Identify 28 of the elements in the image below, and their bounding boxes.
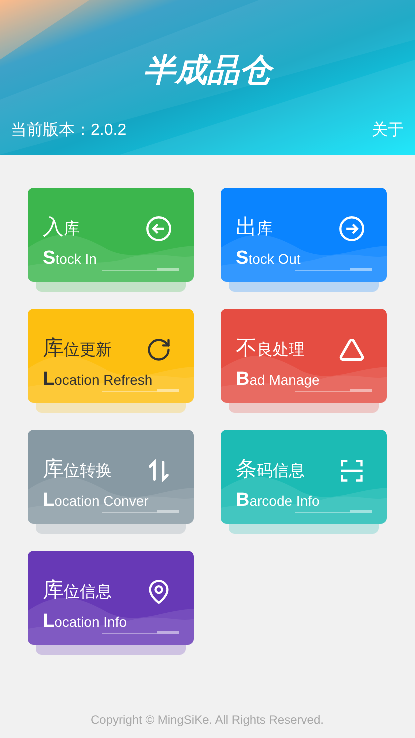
arrow-right-circle-icon bbox=[339, 216, 365, 242]
menu-card[interactable]: 不良处理 Bad Manage bbox=[221, 309, 387, 403]
menu-card[interactable]: 入库 Stock In bbox=[28, 188, 194, 282]
card-title: 条码信息 bbox=[236, 456, 305, 482]
card-title: 库位信息 bbox=[43, 578, 112, 604]
card-title: 不良处理 bbox=[236, 336, 305, 362]
menu-card[interactable]: 条码信息 Barcode Info bbox=[221, 430, 387, 524]
menu-card[interactable]: 库位转换 Location Conver bbox=[28, 430, 194, 524]
card-title: 库位更新 bbox=[43, 336, 112, 362]
scan-icon bbox=[339, 458, 365, 484]
card-subtitle: Stock Out bbox=[236, 250, 301, 268]
version-label: 当前版本：2.0.2 bbox=[11, 120, 127, 141]
menu-card[interactable]: 库位信息 Location Info bbox=[28, 551, 194, 645]
arrow-left-circle-icon bbox=[146, 216, 172, 242]
card-subtitle: Location Info bbox=[43, 612, 127, 630]
card-title: 库位转换 bbox=[43, 456, 112, 482]
copyright-text: Copyright © MingSiKe. All Rights Reserved. bbox=[91, 712, 324, 729]
menu-card[interactable]: 出库 Stock Out bbox=[221, 188, 387, 282]
refresh-icon bbox=[146, 336, 172, 362]
card-subtitle: Bad Manage bbox=[236, 370, 320, 388]
card-subtitle: Location Refresh bbox=[43, 370, 153, 388]
card-subtitle: Location Conver bbox=[43, 492, 149, 510]
menu-card[interactable]: 库位更新 Location Refresh bbox=[28, 309, 194, 403]
card-title: 入库 bbox=[43, 214, 80, 240]
card-subtitle: Stock In bbox=[43, 250, 97, 268]
triangle-icon bbox=[339, 336, 365, 362]
card-subtitle: Barcode Info bbox=[236, 492, 320, 510]
card-title: 出库 bbox=[236, 214, 273, 240]
